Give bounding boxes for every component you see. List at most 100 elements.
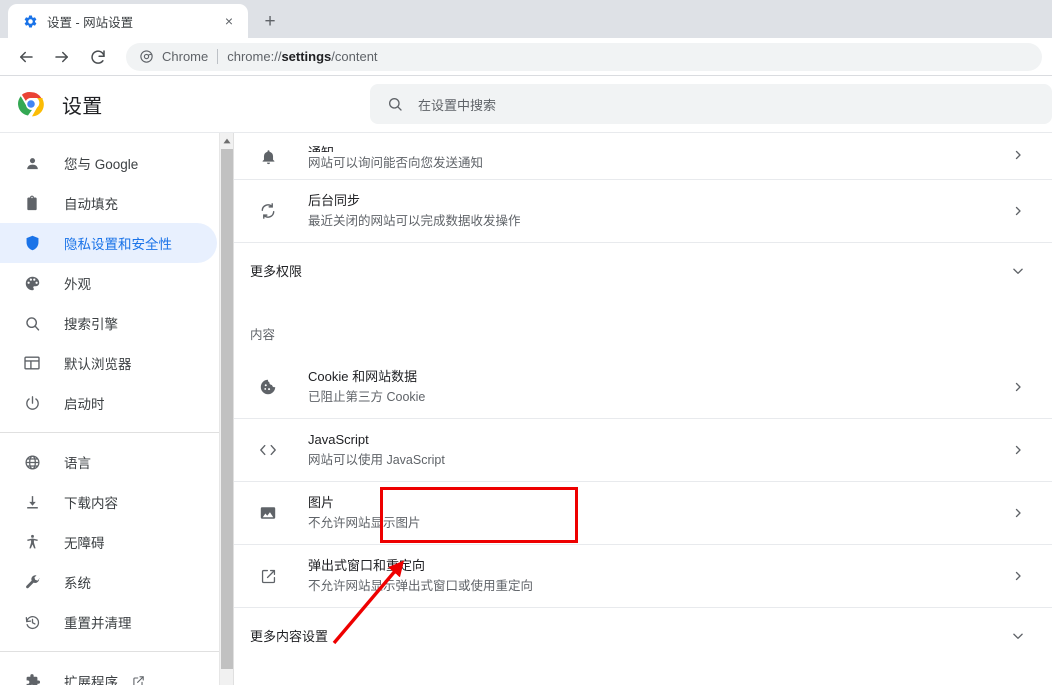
sidebar-group-3: 扩展程序: [0, 661, 233, 685]
sync-icon: [258, 201, 278, 221]
setting-row-subtitle: 不允许网站显示图片: [308, 514, 1008, 533]
popup-icon: [258, 566, 278, 586]
back-icon[interactable]: [12, 43, 40, 71]
accessibility-icon: [22, 532, 42, 552]
url-bold: settings: [281, 49, 331, 64]
restore-icon: [22, 612, 42, 632]
puzzle-icon: [22, 671, 42, 685]
sidebar-item-reset-and-cleanup[interactable]: 重置并清理: [0, 602, 217, 642]
sidebar-item-default-browser[interactable]: 默认浏览器: [0, 343, 217, 383]
setting-row-subtitle: 不允许网站显示弹出式窗口或使用重定向: [308, 577, 1008, 596]
setting-row-subtitle: 网站可以询问能否向您发送通知: [308, 154, 1008, 173]
sidebar-item-downloads[interactable]: 下载内容: [0, 482, 217, 522]
sidebar-item-label: 隐私设置和安全性: [64, 233, 172, 253]
expander-label: 更多内容设置: [250, 626, 1008, 645]
setting-row-text: 图片 不允许网站显示图片: [308, 493, 1008, 533]
expander-label: 更多权限: [250, 261, 1008, 280]
sidebar-divider: [0, 651, 233, 652]
browser-tab[interactable]: 设置 - 网站设置 ×: [8, 4, 248, 38]
omnibox-scheme-label: Chrome: [162, 49, 208, 64]
sidebar-item-accessibility[interactable]: 无障碍: [0, 522, 217, 562]
browser-window: 设置 - 网站设置 × +: [0, 0, 1052, 686]
chrome-logo-icon: [18, 91, 44, 117]
address-bar[interactable]: Chrome chrome://settings/content: [126, 43, 1042, 71]
search-input[interactable]: 在设置中搜索: [370, 84, 1052, 124]
setting-row-subtitle: 已阻止第三方 Cookie: [308, 388, 1008, 407]
close-icon[interactable]: ×: [220, 12, 238, 30]
download-icon: [22, 492, 42, 512]
expander-more-content-settings[interactable]: 更多内容设置: [234, 607, 1052, 663]
content-area: 您与 Google 自动填充 隐私设置和安全性: [0, 132, 1052, 685]
sidebar-scrollbar[interactable]: [219, 133, 233, 685]
scroll-up-arrow-icon[interactable]: [220, 133, 233, 148]
url-suffix: /content: [331, 49, 377, 64]
tab-title: 设置 - 网站设置: [47, 12, 216, 31]
sidebar-item-system[interactable]: 系统: [0, 562, 217, 602]
chevron-down-icon[interactable]: [1008, 261, 1028, 281]
tab-strip: 设置 - 网站设置 × +: [0, 0, 1052, 38]
chevron-right-icon[interactable]: [1008, 440, 1028, 460]
chevron-right-icon[interactable]: [1008, 201, 1028, 221]
chrome-icon: [138, 49, 154, 65]
new-tab-button[interactable]: +: [256, 7, 284, 35]
setting-row-cookies[interactable]: Cookie 和网站数据 已阻止第三方 Cookie: [234, 355, 1052, 418]
browser-toolbar: Chrome chrome://settings/content: [0, 38, 1052, 76]
sidebar-item-label: 下载内容: [64, 492, 118, 512]
setting-row-javascript[interactable]: JavaScript 网站可以使用 JavaScript: [234, 418, 1052, 481]
cookie-icon: [258, 377, 278, 397]
setting-row-text: 后台同步 最近关闭的网站可以完成数据收发操作: [308, 191, 1008, 231]
setting-row-title: Cookie 和网站数据: [308, 367, 1008, 386]
setting-row-subtitle: 最近关闭的网站可以完成数据收发操作: [308, 212, 1008, 231]
sidebar-group-1: 您与 Google 自动填充 隐私设置和安全性: [0, 143, 233, 423]
page-title: 设置: [62, 90, 102, 119]
chevron-right-icon[interactable]: [1008, 566, 1028, 586]
palette-icon: [22, 273, 42, 293]
sidebar-item-appearance[interactable]: 外观: [0, 263, 217, 303]
sidebar-item-privacy-and-security[interactable]: 隐私设置和安全性: [0, 223, 217, 263]
setting-row-text: JavaScript 网站可以使用 JavaScript: [308, 430, 1008, 470]
settings-sidebar: 您与 Google 自动填充 隐私设置和安全性: [0, 133, 233, 685]
search-placeholder: 在设置中搜索: [418, 95, 496, 114]
sidebar-item-label: 默认浏览器: [64, 353, 132, 373]
shield-icon: [22, 233, 42, 253]
sidebar-item-label: 搜索引擎: [64, 313, 118, 333]
sidebar-divider: [0, 432, 233, 433]
setting-row-title: 通知: [308, 143, 1008, 152]
chevron-down-icon[interactable]: [1008, 626, 1028, 646]
omnibox-separator: [217, 49, 218, 64]
forward-icon[interactable]: [48, 43, 76, 71]
setting-row-popups-and-redirects[interactable]: 弹出式窗口和重定向 不允许网站显示弹出式窗口或使用重定向: [234, 544, 1052, 607]
setting-row-title: 图片: [308, 493, 1008, 512]
sidebar-item-label: 系统: [64, 572, 91, 592]
browser-icon: [22, 353, 42, 373]
sidebar-item-autofill[interactable]: 自动填充: [0, 183, 217, 223]
chevron-right-icon[interactable]: [1008, 145, 1028, 165]
setting-row-text: 通知 网站可以询问能否向您发送通知: [308, 153, 1008, 173]
sidebar-item-languages[interactable]: 语言: [0, 442, 217, 482]
setting-row-notifications[interactable]: 通知 网站可以询问能否向您发送通知: [234, 133, 1052, 179]
globe-icon: [22, 452, 42, 472]
sidebar-item-label: 重置并清理: [64, 612, 132, 632]
setting-row-background-sync[interactable]: 后台同步 最近关闭的网站可以完成数据收发操作: [234, 179, 1052, 242]
setting-row-title: JavaScript: [308, 430, 1008, 449]
sidebar-item-search-engine[interactable]: 搜索引擎: [0, 303, 217, 343]
sidebar-item-label: 您与 Google: [64, 153, 138, 173]
person-icon: [22, 153, 42, 173]
sidebar-item-on-startup[interactable]: 启动时: [0, 383, 217, 423]
chevron-right-icon[interactable]: [1008, 503, 1028, 523]
reload-icon[interactable]: [84, 43, 112, 71]
sidebar-group-2: 语言 下载内容 无障碍: [0, 442, 233, 642]
url-prefix: chrome://: [227, 49, 281, 64]
sidebar-item-label: 语言: [64, 452, 91, 472]
sidebar-item-label: 外观: [64, 273, 91, 293]
sidebar-item-label: 无障碍: [64, 532, 105, 552]
sidebar-item-extensions[interactable]: 扩展程序: [0, 661, 217, 685]
bell-icon: [258, 147, 278, 167]
sidebar-item-you-and-google[interactable]: 您与 Google: [0, 143, 217, 183]
chevron-right-icon[interactable]: [1008, 377, 1028, 397]
setting-row-images[interactable]: 图片 不允许网站显示图片: [234, 481, 1052, 544]
expander-more-permissions[interactable]: 更多权限: [234, 242, 1052, 298]
scrollbar-thumb[interactable]: [221, 149, 233, 669]
setting-row-subtitle: 网站可以使用 JavaScript: [308, 451, 1008, 470]
external-link-icon: [132, 674, 146, 685]
